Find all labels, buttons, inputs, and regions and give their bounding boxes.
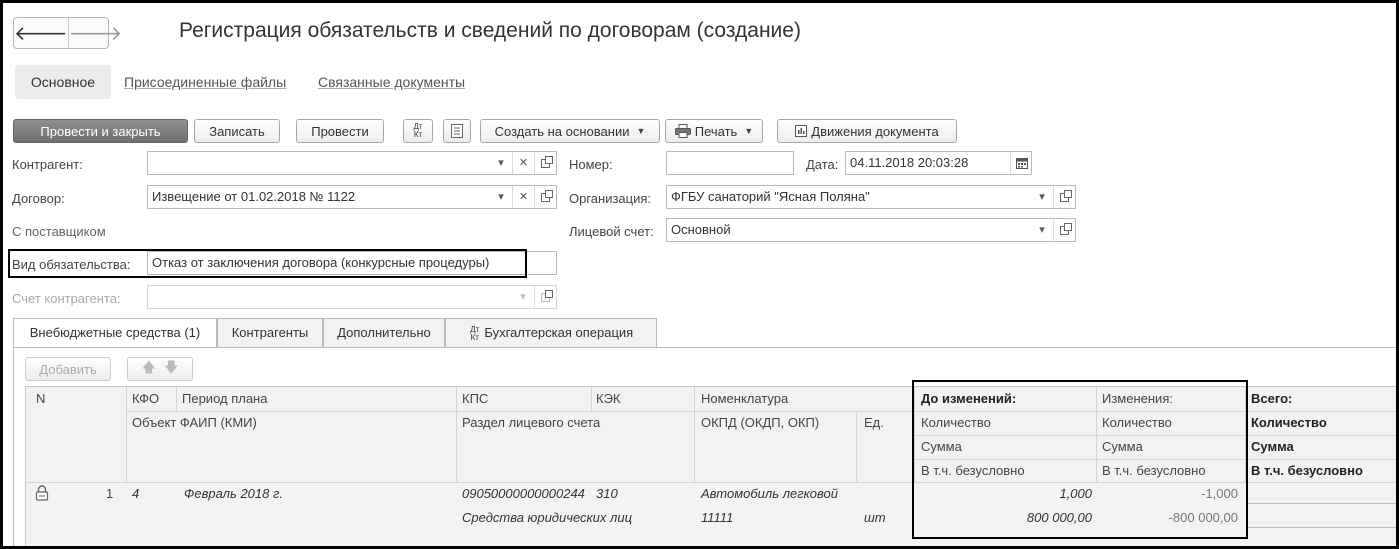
col-total-sum-header[interactable]: Сумма (1251, 439, 1294, 454)
col-kps-header[interactable]: КПС (462, 391, 488, 406)
col-section-header[interactable]: Раздел лицевого счета (462, 415, 600, 430)
clear-icon[interactable]: ✕ (512, 152, 534, 174)
tab-additional[interactable]: Дополнительно (323, 318, 445, 348)
post-and-close-button[interactable]: Провести и закрыть (13, 119, 188, 143)
col-total-header[interactable]: Всего: (1251, 391, 1292, 406)
forward-arrow-icon[interactable]: 🡒 (67, 18, 122, 48)
supplier-text: С поставщиком (12, 224, 106, 239)
dtkt-icon: Дт Кт (470, 324, 480, 342)
tab-related-documents[interactable]: Связанные документы (318, 65, 465, 99)
print-button[interactable]: Печать ▼ (665, 119, 763, 143)
row-unit: шт (864, 510, 886, 525)
list-icon (451, 124, 463, 138)
dtkt-button[interactable]: Дт Кт (403, 119, 433, 143)
nav-buttons: 🡐 🡒 (13, 17, 122, 49)
list-button[interactable] (443, 119, 471, 143)
dropdown-caret-icon[interactable]: ▾ (490, 152, 512, 174)
counterparty-account-field[interactable]: ▾ (147, 285, 557, 309)
date-field[interactable]: 04.11.2018 20:03:28 (845, 151, 1032, 175)
calendar-icon[interactable] (1010, 152, 1031, 174)
row-okpd: 11111 (701, 510, 734, 525)
move-buttons: 🡅 🡇 (127, 357, 193, 381)
post-button[interactable]: Провести (296, 119, 384, 143)
tab-counterparties[interactable]: Контрагенты (217, 318, 323, 348)
col-object-header[interactable]: Объект ФАИП (КМИ) (132, 415, 257, 430)
page-title: Регистрация обязательств и сведений по д… (179, 19, 801, 42)
personal-account-field[interactable]: Основной ▾ (666, 218, 1076, 242)
dropdown-caret-icon: ▼ (636, 126, 646, 136)
counterparty-field[interactable]: ▾ ✕ (147, 151, 557, 175)
dropdown-caret-icon[interactable]: ▾ (512, 286, 534, 308)
open-icon[interactable] (534, 286, 556, 308)
contract-value: Извещение от 01.02.2018 № 1122 (152, 189, 356, 204)
lock-icon (35, 485, 49, 501)
back-arrow-icon[interactable]: 🡐 (14, 18, 68, 48)
organization-label: Организация: (569, 191, 652, 206)
number-label: Номер: (569, 157, 613, 172)
highlight-frame (8, 249, 527, 278)
highlight-frame (912, 380, 1248, 539)
save-button[interactable]: Записать (194, 119, 280, 143)
create-based-on-button[interactable]: Создать на основании ▼ (480, 119, 660, 143)
dropdown-caret-icon[interactable]: ▾ (490, 186, 512, 208)
dropdown-caret-icon: ▼ (744, 126, 754, 136)
contract-label: Договор: (12, 191, 65, 206)
document-window: 🡐 🡒 Регистрация обязательств и сведений … (0, 0, 1399, 549)
row-nomenclature: Автомобиль легковой (701, 486, 838, 501)
tab-extrabudget[interactable]: Внебюджетные средства (1) (13, 318, 217, 349)
movements-icon (795, 125, 808, 137)
document-movements-button[interactable]: Движения документа (777, 119, 957, 143)
personal-account-label: Лицевой счет: (569, 224, 654, 239)
row-kps: 09050000000000244 (462, 486, 585, 501)
counterparty-account-label: Счет контрагента: (12, 291, 121, 306)
arrow-down-icon[interactable]: 🡇 (164, 357, 178, 381)
create-based-on-label: Создать на основании (494, 123, 630, 139)
organization-field[interactable]: ФГБУ санаторий "Ясная Поляна" ▾ (666, 185, 1076, 209)
clear-icon[interactable]: ✕ (512, 186, 534, 208)
dtkt-icon: Дт Кт (413, 122, 423, 139)
col-period-header[interactable]: Период плана (182, 391, 267, 406)
col-n-header[interactable]: N (36, 391, 45, 406)
date-value: 04.11.2018 20:03:28 (850, 155, 969, 170)
row-period: Февраль 2018 г. (184, 486, 283, 501)
col-total-qty-header[interactable]: Количество (1251, 415, 1327, 430)
date-label: Дата: (806, 157, 839, 172)
counterparty-label: Контрагент: (12, 157, 83, 172)
organization-value: ФГБУ санаторий "Ясная Поляна" (671, 189, 870, 204)
row-section: Средства юридических лиц (462, 510, 632, 525)
number-field[interactable] (666, 151, 794, 175)
arrow-up-icon[interactable]: 🡅 (142, 357, 156, 381)
row-kfo: 4 (132, 486, 140, 501)
col-okpd-header[interactable]: ОКПД (ОКДП, ОКП) (701, 415, 819, 430)
col-kek-header[interactable]: КЭК (596, 391, 621, 406)
dropdown-caret-icon[interactable]: ▾ (1031, 219, 1053, 241)
col-nomenclature-header[interactable]: Номенклатура (701, 391, 788, 406)
movements-label: Движения документа (811, 123, 939, 139)
printer-icon (674, 124, 691, 138)
col-unit-header[interactable]: Ед. (864, 415, 884, 430)
contract-field[interactable]: Извещение от 01.02.2018 № 1122 ▾ ✕ (147, 185, 557, 209)
print-label: Печать (694, 123, 738, 139)
tab-main[interactable]: Основное (15, 65, 111, 99)
open-icon[interactable] (1053, 219, 1075, 241)
col-kfo-header[interactable]: КФО (132, 391, 159, 406)
tab-attached-files[interactable]: Присоединенные файлы (124, 65, 286, 99)
row-number: 1 (106, 486, 114, 501)
row-kek: 310 (596, 486, 618, 501)
dropdown-caret-icon[interactable]: ▾ (1031, 186, 1053, 208)
personal-account-value: Основной (671, 222, 731, 237)
col-total-uncond-header[interactable]: В т.ч. безусловно (1251, 463, 1363, 478)
add-button[interactable]: Добавить (25, 357, 111, 381)
tab-accounting-operation-label: Бухгалтерская операция (484, 325, 634, 340)
tab-accounting-operation[interactable]: Дт Кт Бухгалтерская операция (445, 318, 657, 348)
open-icon[interactable] (534, 186, 556, 208)
open-icon[interactable] (1053, 186, 1075, 208)
open-icon[interactable] (534, 152, 556, 174)
